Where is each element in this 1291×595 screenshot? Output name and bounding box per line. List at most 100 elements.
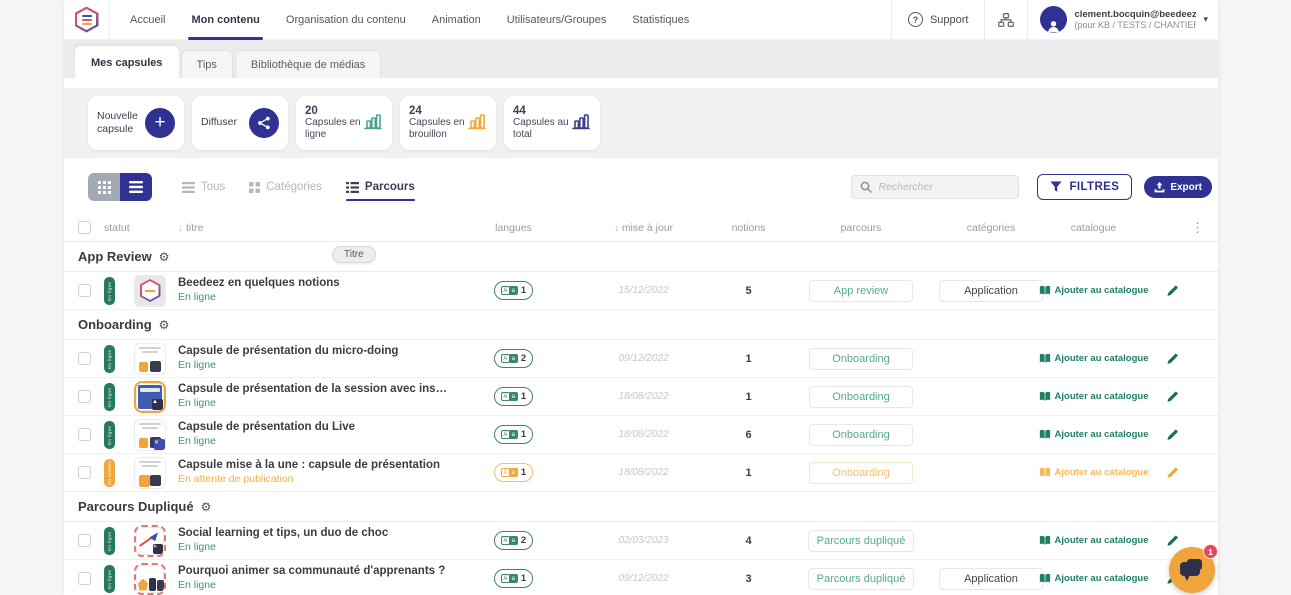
gear-icon[interactable]: ⚙ xyxy=(159,319,170,331)
book-icon xyxy=(1039,535,1051,546)
support-button[interactable]: ? Support xyxy=(892,12,985,27)
edit-pencil-icon[interactable] xyxy=(1166,284,1179,297)
capsule-row[interactable]: En ligne▲Capsule de présentation de la s… xyxy=(64,378,1218,416)
updated-date: 15/12/2022 xyxy=(576,285,711,296)
book-icon xyxy=(1039,429,1051,440)
view-filter-parcours[interactable]: Parcours xyxy=(346,181,415,193)
capsule-row[interactable]: En attenteCapsule mise à la une : capsul… xyxy=(64,454,1218,492)
row-checkbox[interactable] xyxy=(78,352,91,365)
capsule-title[interactable]: Capsule de présentation du Live xyxy=(178,420,451,435)
status-label: En attente de publication xyxy=(178,473,451,487)
export-button[interactable]: Export xyxy=(1144,176,1212,198)
edit-pencil-icon[interactable] xyxy=(1166,534,1179,547)
new-capsule-label: Nouvelle capsule xyxy=(97,110,145,136)
org-structure-icon[interactable] xyxy=(985,13,1027,27)
language-count: 1 xyxy=(521,285,526,296)
capsule-title[interactable]: Capsule de présentation du micro-doing xyxy=(178,344,451,359)
add-to-catalogue-link[interactable]: Ajouter au catalogue xyxy=(1039,535,1149,546)
parcours-icon xyxy=(346,182,359,193)
parcours-pill[interactable]: Onboarding xyxy=(809,462,913,484)
capsule-title[interactable]: Capsule mise à la une : capsule de prése… xyxy=(178,458,451,473)
view-filter-tous[interactable]: Tous xyxy=(182,181,225,193)
select-all-checkbox[interactable] xyxy=(78,221,91,234)
row-checkbox[interactable] xyxy=(78,534,91,547)
stat-card-capsules-en-ligne[interactable]: 20Capsules en ligne xyxy=(296,96,392,150)
capsule-title[interactable]: Social learning et tips, un duo de choc xyxy=(178,526,451,541)
bar-chart-icon xyxy=(467,112,487,135)
nav-item-utilisateurs-groupes[interactable]: Utilisateurs/Groupes xyxy=(507,0,607,40)
add-to-catalogue-link[interactable]: Ajouter au catalogue xyxy=(1039,285,1149,296)
add-to-catalogue-link[interactable]: Ajouter au catalogue xyxy=(1039,573,1149,584)
add-to-catalogue-link[interactable]: Ajouter au catalogue xyxy=(1039,467,1149,478)
status-label: En ligne xyxy=(178,291,451,305)
capsule-title[interactable]: Pourquoi animer sa communauté d'apprenan… xyxy=(178,564,451,579)
capsule-row[interactable]: En ligneBeedeez en quelques notionsEn li… xyxy=(64,272,1218,310)
parcours-pill[interactable]: Parcours dupliqué xyxy=(808,530,915,552)
edit-pencil-icon[interactable] xyxy=(1166,466,1179,479)
grid-view-icon[interactable] xyxy=(88,173,120,201)
languages-badge: Aa1 xyxy=(494,387,533,406)
edit-pencil-icon[interactable] xyxy=(1166,428,1179,441)
broadcast-button[interactable]: Diffuser xyxy=(192,96,288,150)
row-checkbox[interactable] xyxy=(78,284,91,297)
gear-icon[interactable]: ⚙ xyxy=(201,501,212,513)
parcours-pill[interactable]: App review xyxy=(809,280,913,302)
capsule-title[interactable]: Beedeez en quelques notions xyxy=(178,276,451,291)
user-menu[interactable]: clement.bocquin@beedeez.c... (pour KB / … xyxy=(1028,6,1218,33)
nav-item-mon-contenu[interactable]: Mon contenu xyxy=(191,0,259,40)
updated-date: 18/08/2022 xyxy=(576,467,711,478)
user-context: (pour KB / TESTS / CHANTIER xyxy=(1074,20,1196,30)
status-pill: En ligne xyxy=(104,527,115,555)
row-checkbox[interactable] xyxy=(78,428,91,441)
stat-card-capsules-au-total[interactable]: 44Capsules au total xyxy=(504,96,600,150)
parcours-pill[interactable]: Onboarding xyxy=(809,386,913,408)
row-checkbox[interactable] xyxy=(78,390,91,403)
notions-count: 4 xyxy=(711,535,786,547)
add-to-catalogue-link[interactable]: Ajouter au catalogue xyxy=(1039,391,1149,402)
capsule-row[interactable]: En lignePourquoi animer sa communauté d'… xyxy=(64,560,1218,595)
beedeez-logo-icon[interactable] xyxy=(64,0,110,39)
add-to-catalogue-link[interactable]: Ajouter au catalogue xyxy=(1039,353,1149,364)
status-label: En ligne xyxy=(178,397,451,411)
avatar xyxy=(1040,6,1067,33)
column-menu-icon[interactable]: ⋮ xyxy=(1141,220,1204,236)
tab-tips[interactable]: Tips xyxy=(181,50,233,78)
view-toggle xyxy=(88,173,152,201)
new-capsule-button[interactable]: Nouvelle capsule + xyxy=(88,96,184,150)
chat-widget-button[interactable]: 1 xyxy=(1169,547,1215,593)
capsule-row[interactable]: En ligneCapsule de présentation du micro… xyxy=(64,340,1218,378)
search-box xyxy=(851,175,1019,199)
sort-down-icon: ↓ xyxy=(178,223,183,234)
capsule-row[interactable]: En ligne✕Capsule de présentation du Live… xyxy=(64,416,1218,454)
parcours-pill[interactable]: Parcours dupliqué xyxy=(808,568,915,590)
tab-bibliotheque-de-medias[interactable]: Bibliothèque de médias xyxy=(235,50,381,78)
list-view-icon[interactable] xyxy=(120,173,152,201)
translate-icon: A xyxy=(501,286,510,295)
column-mise-a-jour[interactable]: ↓mise à jour xyxy=(576,222,711,234)
filters-button[interactable]: FILTRES xyxy=(1037,174,1132,200)
nav-item-organisation-du-contenu[interactable]: Organisation du contenu xyxy=(286,0,406,40)
nav-item-accueil[interactable]: Accueil xyxy=(130,0,165,40)
nav-item-animation[interactable]: Animation xyxy=(432,0,481,40)
tab-mes-capsules[interactable]: Mes capsules xyxy=(75,46,179,78)
stat-label: Capsules en brouillon xyxy=(409,117,467,141)
category-pill[interactable]: Application xyxy=(939,280,1043,302)
nav-item-statistiques[interactable]: Statistiques xyxy=(632,0,689,40)
row-checkbox[interactable] xyxy=(78,572,91,585)
edit-pencil-icon[interactable] xyxy=(1166,352,1179,365)
capsule-row[interactable]: En ligne✕Social learning et tips, un duo… xyxy=(64,522,1218,560)
view-filter-categories[interactable]: Catégories xyxy=(249,181,322,193)
capsule-title[interactable]: Capsule de présentation de la session av… xyxy=(178,382,451,397)
category-pill[interactable]: Application xyxy=(939,568,1043,590)
column-titre[interactable]: ↓titre xyxy=(178,222,451,234)
search-input[interactable] xyxy=(878,181,1010,193)
add-to-catalogue-link[interactable]: Ajouter au catalogue xyxy=(1039,429,1149,440)
row-checkbox[interactable] xyxy=(78,466,91,479)
gear-icon[interactable]: ⚙ xyxy=(159,251,170,263)
edit-pencil-icon[interactable] xyxy=(1166,390,1179,403)
parcours-pill[interactable]: Onboarding xyxy=(809,348,913,370)
notions-count: 1 xyxy=(711,467,786,479)
parcours-pill[interactable]: Onboarding xyxy=(809,424,913,446)
stat-card-capsules-en-brouillon[interactable]: 24Capsules en brouillon xyxy=(400,96,496,150)
notions-count: 1 xyxy=(711,391,786,403)
